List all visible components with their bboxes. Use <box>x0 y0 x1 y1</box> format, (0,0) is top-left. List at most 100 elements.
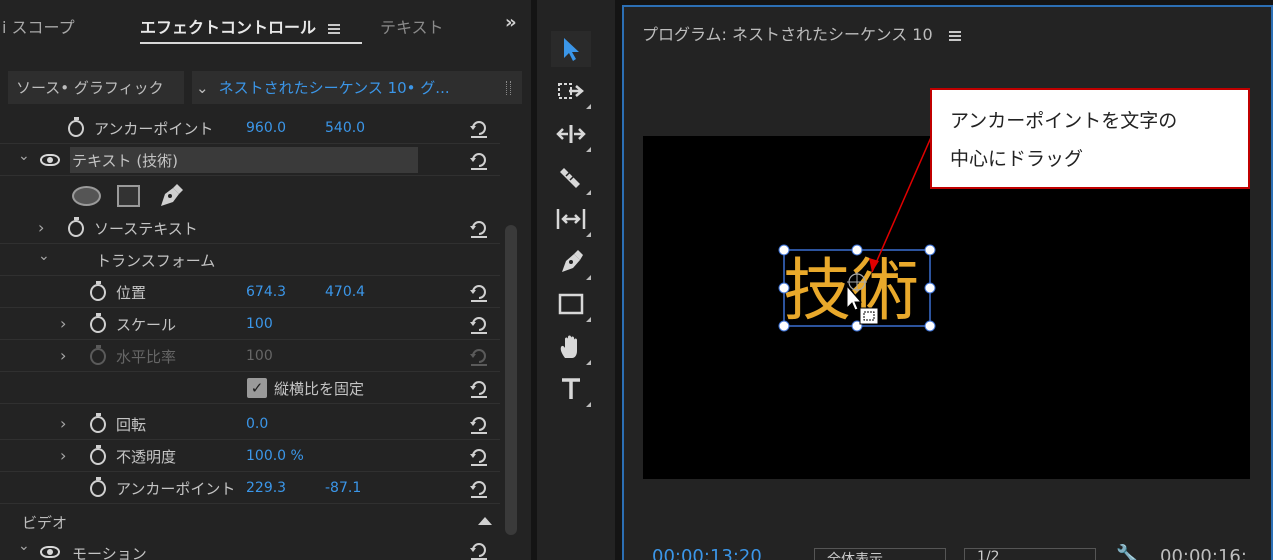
stopwatch-icon[interactable] <box>68 117 84 137</box>
source-clip-label[interactable]: ソース• グラフィック <box>16 77 164 98</box>
tab-scopes[interactable]: i スコープ <box>2 14 75 38</box>
reset-icon[interactable] <box>468 477 490 499</box>
opacity-value[interactable]: 100.0 % <box>246 448 304 464</box>
property-row-uniform-scale: ✓ 縦横比を固定 <box>0 372 500 404</box>
anchor-y-value[interactable]: -87.1 <box>325 480 361 496</box>
playback-resolution-dropdown[interactable]: 1/2 <box>964 548 1096 560</box>
tool-flyout-corner <box>586 104 591 109</box>
property-row-text-layer[interactable]: ⌄ テキスト (技術) <box>0 144 500 176</box>
uniform-scale-checkbox[interactable]: ✓ <box>247 378 267 398</box>
property-label: ソーステキスト <box>94 220 198 238</box>
tab-effect-controls[interactable]: エフェクトコントロール <box>140 14 363 44</box>
track-select-tool-icon[interactable] <box>551 73 591 109</box>
position-y-value[interactable]: 470.4 <box>325 284 365 300</box>
stopwatch-icon[interactable] <box>90 477 106 497</box>
type-tool-icon[interactable] <box>551 371 591 407</box>
overflow-chevron-icon[interactable]: » <box>505 12 517 33</box>
visibility-eye-icon[interactable] <box>40 546 60 558</box>
video-section-header[interactable]: ビデオ <box>0 505 500 538</box>
chevron-right-icon[interactable]: › <box>60 446 66 465</box>
property-row-position: 位置 674.3 470.4 <box>0 276 500 308</box>
reset-icon[interactable] <box>468 217 490 239</box>
resize-handle[interactable] <box>851 244 863 256</box>
tool-flyout-corner <box>586 275 591 280</box>
anchor-x-value[interactable]: 960.0 <box>246 120 286 136</box>
property-row-anchor-point: アンカーポイント 229.3 -87.1 <box>0 472 500 504</box>
anchor-y-value[interactable]: 540.0 <box>325 120 365 136</box>
position-x-value[interactable]: 674.3 <box>246 284 286 300</box>
reset-icon[interactable] <box>468 313 490 335</box>
resize-handle[interactable] <box>778 244 790 256</box>
zoom-fit-dropdown[interactable]: 全体表示 <box>814 548 946 560</box>
property-label: 位置 <box>116 284 147 302</box>
program-monitor: プログラム: ネストされたシーケンス 10 技術 <box>615 0 1273 560</box>
rectangle-tool-icon[interactable] <box>551 286 591 322</box>
reset-icon[interactable] <box>468 413 490 435</box>
sequence-clip-label: ネストされたシーケンス 10• グ... <box>218 79 450 97</box>
stopwatch-icon[interactable] <box>68 217 84 237</box>
reset-icon[interactable] <box>468 539 490 560</box>
chevron-right-icon[interactable]: › <box>60 414 66 433</box>
property-row-motion[interactable]: ⌄ モーション <box>0 538 500 560</box>
chevron-right-icon[interactable]: › <box>60 314 66 333</box>
reset-icon[interactable] <box>468 117 490 139</box>
property-label: アンカーポイント <box>116 480 236 498</box>
callout-line-1: アンカーポイントを文字の <box>950 110 1178 132</box>
reset-icon[interactable] <box>468 281 490 303</box>
sequence-clip-dropdown[interactable]: ⌄ ネストされたシーケンス 10• グ... <box>196 77 450 98</box>
chevron-down-icon[interactable]: ⌄ <box>18 538 30 554</box>
tool-flyout-corner <box>586 360 591 365</box>
panel-scrollbar[interactable] <box>505 225 517 535</box>
chevron-right-icon[interactable]: › <box>38 218 44 237</box>
pen-tool-icon[interactable] <box>551 244 591 280</box>
tool-flyout-corner <box>586 232 591 237</box>
property-row-scale-width: › 水平比率 100 <box>0 340 500 372</box>
reset-icon[interactable] <box>468 377 490 399</box>
scale-width-value: 100 <box>246 348 273 364</box>
chevron-right-icon[interactable]: › <box>60 346 66 365</box>
pen-mask-icon[interactable] <box>157 182 183 210</box>
stopwatch-icon[interactable] <box>90 313 106 333</box>
property-label: 不透明度 <box>116 448 177 466</box>
rotation-value[interactable]: 0.0 <box>246 416 268 432</box>
slip-tool-icon[interactable] <box>551 201 591 237</box>
ellipse-mask-icon[interactable] <box>72 186 101 206</box>
panel-menu-icon[interactable] <box>328 23 341 35</box>
resize-handle[interactable] <box>778 320 790 332</box>
chevron-down-icon[interactable]: ⌄ <box>18 148 30 164</box>
stopwatch-icon[interactable] <box>90 413 106 433</box>
anchor-x-value[interactable]: 229.3 <box>246 480 286 496</box>
property-label: トランスフォーム <box>96 252 216 270</box>
property-row-anchor-point-top: アンカーポイント 960.0 540.0 <box>0 112 500 144</box>
source-selector-bar: ソース• グラフィック ⌄ ネストされたシーケンス 10• グ... <box>8 71 522 104</box>
hand-tool-icon[interactable] <box>551 329 591 365</box>
selection-tool-icon[interactable] <box>551 31 591 67</box>
callout-line-2: 中心にドラッグ <box>950 148 1084 170</box>
property-row-transform[interactable]: ⌄ トランスフォーム <box>0 244 500 276</box>
rectangle-mask-icon[interactable] <box>117 185 140 207</box>
scale-value[interactable]: 100 <box>246 316 273 332</box>
chevron-down-icon: ⌄ <box>196 79 209 97</box>
stopwatch-icon[interactable] <box>90 445 106 465</box>
razor-tool-icon[interactable] <box>551 159 591 195</box>
resize-handle[interactable] <box>778 282 790 294</box>
motion-label: モーション <box>72 545 147 560</box>
visibility-eye-icon[interactable] <box>40 154 60 166</box>
chevron-down-icon[interactable]: ⌄ <box>38 248 50 264</box>
panel-menu-icon[interactable] <box>948 30 961 42</box>
sequence-duration: 00:00:16: <box>1160 546 1247 560</box>
playhead-timecode[interactable]: 00:00:13:20 <box>652 546 762 560</box>
drag-grip-icon[interactable] <box>506 81 511 95</box>
reset-icon[interactable] <box>468 149 490 171</box>
resize-handle[interactable] <box>924 320 936 332</box>
stopwatch-icon[interactable] <box>90 281 106 301</box>
property-row-scale: › スケール 100 <box>0 308 500 340</box>
resize-handle[interactable] <box>924 282 936 294</box>
wrench-settings-icon[interactable]: 🔧 <box>1116 544 1138 560</box>
collapse-up-icon[interactable] <box>478 517 492 525</box>
resize-handle[interactable] <box>924 244 936 256</box>
reset-icon[interactable] <box>468 445 490 467</box>
ripple-edit-tool-icon[interactable] <box>551 116 591 152</box>
program-monitor-title[interactable]: プログラム: ネストされたシーケンス 10 <box>642 21 961 45</box>
tab-text[interactable]: テキスト <box>380 14 444 38</box>
